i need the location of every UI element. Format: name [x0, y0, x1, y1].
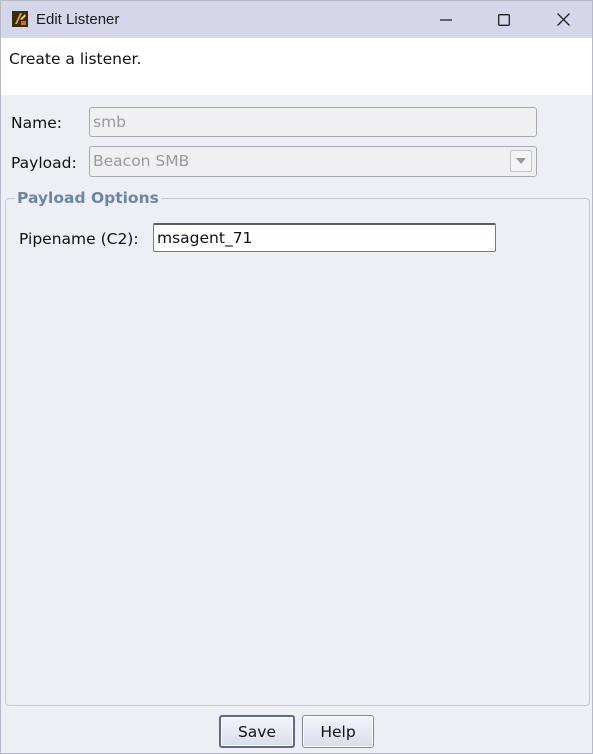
title-bar[interactable]: Edit Listener [1, 1, 592, 38]
dropdown-button [510, 150, 532, 172]
payload-selected-value: Beacon SMB [93, 152, 190, 170]
description-panel: Create a listener. [1, 38, 592, 95]
minimize-button[interactable] [417, 1, 475, 38]
save-button[interactable]: Save [219, 715, 295, 748]
cobalt-strike-icon [12, 11, 28, 27]
payload-select: Beacon SMB [89, 146, 537, 177]
window-title: Edit Listener [36, 11, 120, 28]
close-icon [556, 13, 570, 26]
name-field: smb [89, 107, 537, 137]
close-button[interactable] [534, 1, 592, 38]
payload-label: Payload: [11, 154, 77, 172]
maximize-icon [498, 13, 510, 26]
maximize-button[interactable] [475, 1, 533, 38]
payload-options-group: Payload Options [5, 189, 590, 706]
payload-options-title: Payload Options [15, 189, 161, 207]
edit-listener-window: Edit Listener Create a listener. Name: s… [0, 0, 593, 754]
minimize-icon [440, 18, 452, 21]
pipename-input[interactable] [153, 223, 496, 252]
chevron-down-icon [516, 158, 526, 164]
name-label: Name: [11, 114, 62, 132]
help-button[interactable]: Help [302, 715, 374, 748]
description-text: Create a listener. [9, 50, 142, 68]
pipename-label: Pipename (C2): [19, 230, 139, 248]
